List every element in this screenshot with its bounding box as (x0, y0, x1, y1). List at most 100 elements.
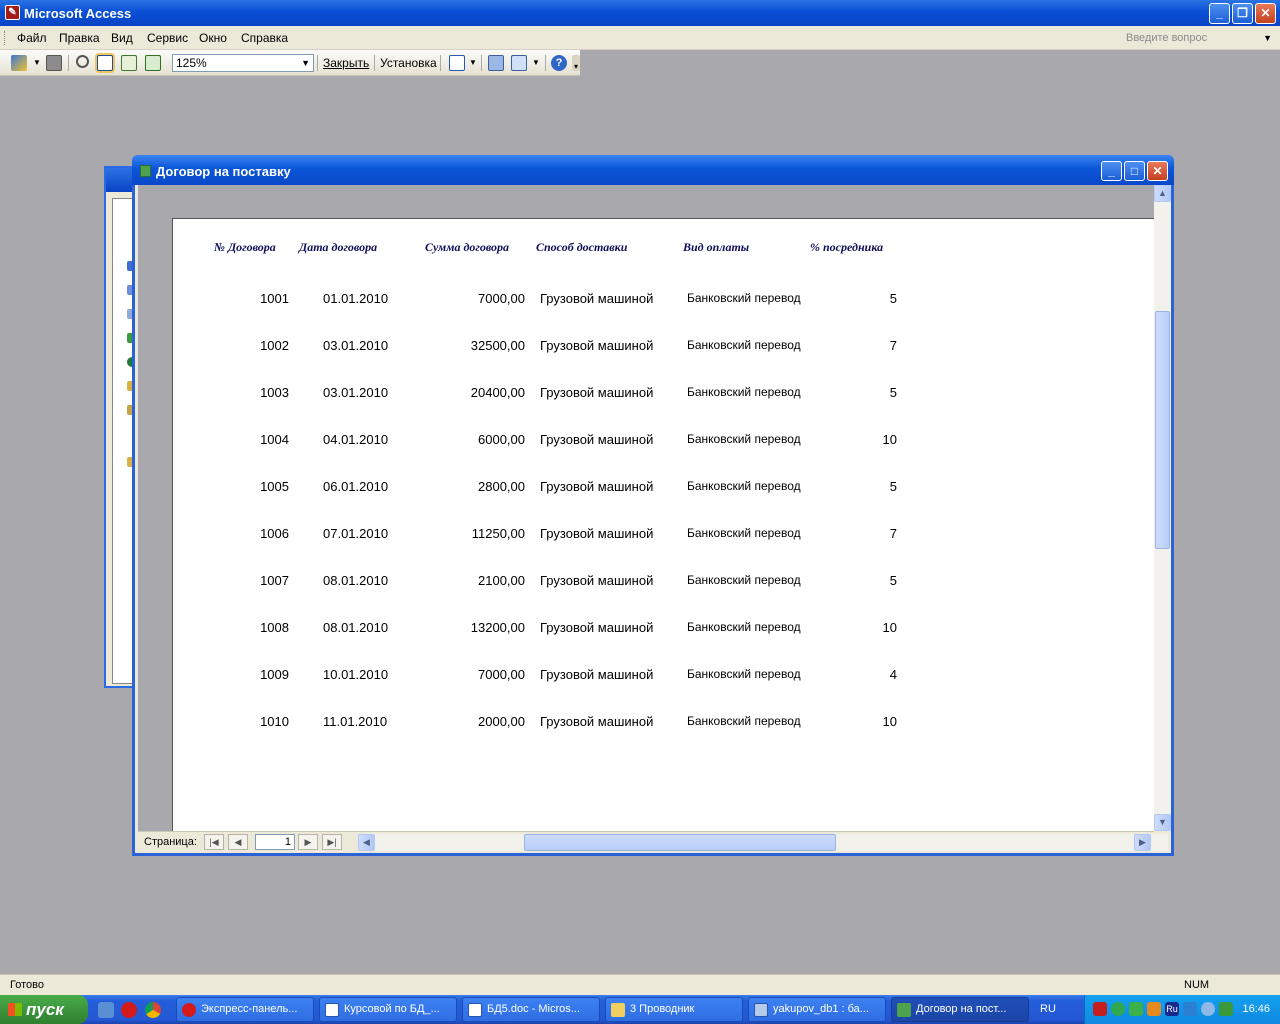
task-access-database[interactable]: yakupov_db1 : ба... (748, 997, 886, 1022)
zoom-icon[interactable] (76, 55, 89, 68)
menu-view[interactable]: Вид (111, 31, 133, 45)
ask-question-box[interactable]: Введите вопрос ▼ (1122, 30, 1272, 47)
tray-security-icon[interactable] (1219, 1002, 1233, 1016)
contract-sum-cell: 2000,00 (478, 714, 525, 729)
close-preview-button[interactable]: Закрыть (323, 54, 369, 72)
first-page-button[interactable]: |◀ (204, 834, 224, 850)
language-indicator[interactable]: RU (1040, 1003, 1056, 1015)
contract-date-cell: 06.01.2010 (323, 479, 389, 494)
app-title-bar[interactable]: ✎ Microsoft Access _ ❐ ✕ (0, 0, 1280, 26)
word-export-icon[interactable] (449, 55, 465, 71)
minimize-button[interactable]: _ (1209, 3, 1230, 24)
contract-number-cell: 1005 (260, 479, 289, 494)
menu-grip[interactable] (4, 31, 7, 45)
restore-button[interactable]: ❐ (1232, 3, 1253, 24)
contract-date-cell: 01.01.2010 (323, 291, 389, 306)
task-word-bd5[interactable]: БД5.doc - Micros... (462, 997, 600, 1022)
scroll-up-button[interactable]: ▲ (1154, 185, 1171, 202)
task-report-preview[interactable]: Договор на пост... (891, 997, 1029, 1022)
new-object-icon[interactable] (511, 55, 527, 71)
chevron-down-icon[interactable]: ▼ (532, 54, 540, 72)
horizontal-scrollbar[interactable]: ◀ ▶ (358, 834, 1168, 851)
scroll-down-button[interactable]: ▼ (1154, 814, 1171, 831)
contract-date-cell: 04.01.2010 (323, 432, 389, 447)
contract-sum-cell: 7000,00 (478, 667, 525, 682)
broker-percent-cell: 5 (889, 573, 897, 588)
tray-agent-icon[interactable] (1201, 1002, 1215, 1016)
zoom-select[interactable]: 125% ▼ (172, 54, 314, 72)
close-button[interactable]: ✕ (1255, 3, 1276, 24)
database-window-icon[interactable] (488, 55, 504, 71)
menu-help[interactable]: Справка (241, 31, 288, 45)
scroll-left-button[interactable]: ◀ (358, 834, 375, 851)
start-button[interactable]: пуск (0, 995, 88, 1024)
scroll-right-button[interactable]: ▶ (1134, 834, 1151, 851)
report-window-title-bar[interactable]: Договор на поставку _ □ ✕ (132, 155, 1174, 185)
keyboard-layout-icon[interactable]: Ru (1165, 1002, 1179, 1016)
tray-app-icon[interactable] (1147, 1002, 1161, 1016)
page-number-input[interactable]: 1 (255, 834, 295, 850)
broker-percent-cell: 4 (889, 667, 897, 682)
chevron-down-icon[interactable]: ▼ (469, 54, 477, 72)
chevron-down-icon[interactable]: ▼ (1263, 30, 1272, 47)
delivery-method-cell: Грузовой машиной (540, 667, 654, 682)
contract-number-cell: 1006 (260, 526, 289, 541)
menu-window[interactable]: Окно (199, 31, 227, 45)
database-window[interactable] (104, 166, 137, 688)
contract-number-cell: 1003 (260, 385, 289, 400)
utorrent-icon[interactable] (1111, 1002, 1125, 1016)
broker-percent-cell: 10 (882, 432, 897, 447)
contract-sum-cell: 11250,00 (471, 526, 525, 541)
chevron-down-icon[interactable]: ▼ (301, 55, 310, 71)
contract-number-cell: 1002 (260, 338, 289, 353)
chrome-icon[interactable] (145, 1002, 161, 1018)
num-lock-indicator: NUM (1184, 979, 1210, 991)
database-window-title-bar[interactable] (106, 168, 134, 192)
menu-edit[interactable]: Правка (59, 31, 100, 45)
page-setup-button[interactable]: Установка (380, 54, 437, 72)
horizontal-scroll-thumb[interactable] (524, 834, 836, 851)
toolbar-options-icon[interactable]: ▾ (572, 55, 580, 71)
opera-icon[interactable] (121, 1002, 137, 1018)
report-window[interactable]: Договор на поставку _ □ ✕ № Договора Дат… (132, 155, 1174, 856)
volume-icon[interactable] (1183, 1002, 1197, 1016)
chevron-down-icon[interactable]: ▼ (33, 54, 41, 72)
delivery-method-cell: Грузовой машиной (540, 620, 654, 635)
print-icon[interactable] (46, 55, 62, 71)
report-minimize-button[interactable]: _ (1101, 161, 1122, 181)
toolbar-separator (545, 55, 546, 71)
menu-tools[interactable]: Сервис (147, 31, 188, 45)
design-view-icon[interactable] (11, 55, 27, 71)
task-opera-speed-dial[interactable]: Экспресс-панель... (176, 997, 314, 1022)
task-word-coursework[interactable]: Курсовой по БД_... (319, 997, 457, 1022)
contract-date-cell: 03.01.2010 (323, 338, 389, 353)
next-page-button[interactable]: ▶ (298, 834, 318, 850)
vertical-scrollbar[interactable]: ▲ ▼ (1154, 185, 1171, 831)
broker-percent-cell: 5 (889, 385, 897, 400)
contract-number-cell: 1008 (260, 620, 289, 635)
network-icon[interactable] (1129, 1002, 1143, 1016)
report-close-button[interactable]: ✕ (1147, 161, 1168, 181)
help-icon[interactable]: ? (551, 55, 567, 71)
task-explorer-group[interactable]: 3 Проводник (605, 997, 743, 1022)
last-page-button[interactable]: ▶| (322, 834, 342, 850)
vertical-scroll-thumb[interactable] (1155, 311, 1170, 549)
clock: 16:46 (1242, 1003, 1270, 1015)
task-label: yakupov_db1 : ба... (773, 1003, 869, 1015)
start-label: пуск (26, 1000, 64, 1019)
contract-sum-cell: 13200,00 (470, 620, 525, 635)
payment-type-cell: Банковский перевод (687, 291, 801, 305)
report-maximize-button[interactable]: □ (1124, 161, 1145, 181)
previous-page-button[interactable]: ◀ (228, 834, 248, 850)
one-page-icon[interactable] (97, 55, 113, 71)
menu-file[interactable]: Файл (17, 31, 47, 45)
preview-area[interactable]: № Договора Дата договора Сумма договора … (138, 185, 1154, 831)
show-desktop-icon[interactable] (98, 1002, 114, 1018)
multiple-pages-icon[interactable] (145, 55, 161, 71)
contract-sum-cell: 32500,00 (470, 338, 525, 353)
toolbar-separator (374, 55, 375, 71)
contract-number-cell: 1007 (260, 573, 289, 588)
two-pages-icon[interactable] (121, 55, 137, 71)
access-key-icon[interactable]: ✎ (5, 5, 20, 20)
kaspersky-icon[interactable] (1093, 1002, 1107, 1016)
